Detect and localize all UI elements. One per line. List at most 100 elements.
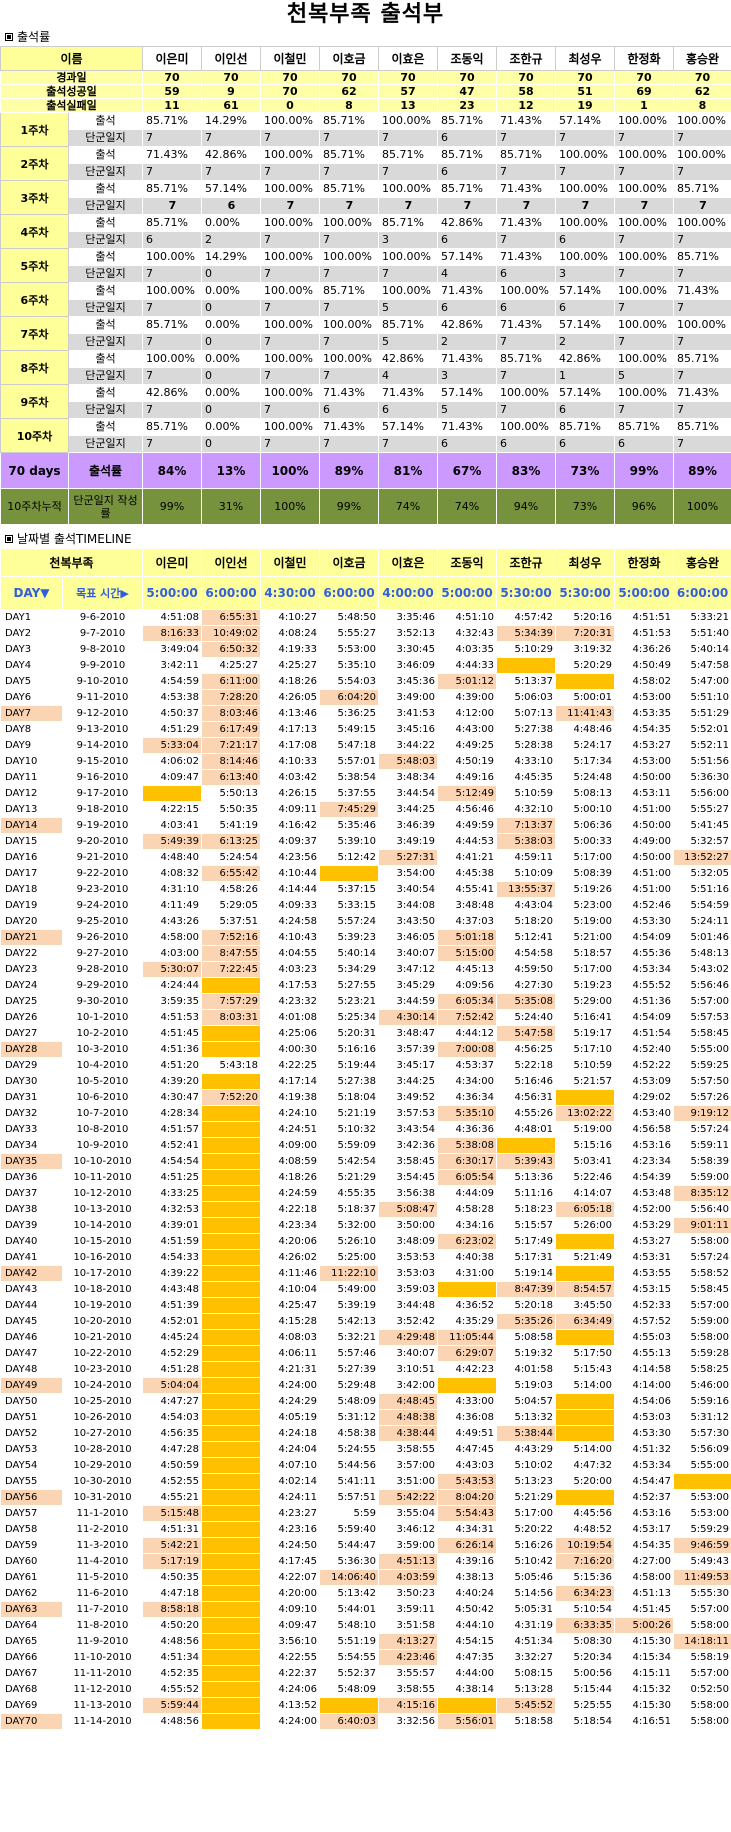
attendance-rate: 57.14%	[201, 180, 261, 198]
checkin-time: 4:22:25	[260, 1057, 321, 1074]
checkin-time: 4:54:06	[614, 1393, 675, 1410]
attendance-rate: 100.00%	[673, 112, 731, 130]
log-count: 6	[555, 299, 615, 317]
checkin-time: 4:53:16	[614, 1137, 675, 1154]
checkin-time: 5:51:29	[673, 705, 731, 722]
log-count: 2	[437, 333, 497, 351]
timeline-row: DAY56 10-31-2010 4:55:21 4:24:11 5:57:51 5:42…	[0, 1489, 731, 1506]
date-label: 9-21-2010	[61, 849, 144, 866]
checkin-time: 5:25:34	[319, 1009, 380, 1026]
checkin-time	[437, 1377, 498, 1394]
checkin-time	[201, 1361, 262, 1378]
checkin-time: 4:54:35	[614, 721, 675, 738]
summary-value: 89%	[673, 452, 731, 489]
checkin-time: 4:24:50	[260, 1537, 321, 1554]
checkin-time: 3:48:48	[437, 897, 498, 914]
log-count: 7	[496, 333, 556, 351]
day-sort-header[interactable]: DAY▼	[0, 576, 63, 610]
checkin-time	[201, 1281, 262, 1298]
stat-value: 70	[201, 70, 261, 85]
attendance-rate: 71.43%	[496, 112, 556, 130]
log-count: 6	[437, 299, 497, 317]
cumulative-value: 73%	[555, 488, 615, 525]
checkin-time: 6:23:02	[437, 1233, 498, 1250]
checkin-time: 5:19:00	[555, 1121, 616, 1138]
checkin-time: 5:23:00	[555, 897, 616, 914]
checkin-time: 4:30:47	[142, 1089, 203, 1106]
attendance-rate: 85.71%	[555, 418, 615, 436]
checkin-time: 5:49:15	[319, 721, 380, 738]
log-count: 7	[142, 401, 202, 419]
stat-value: 70	[673, 70, 731, 85]
member-name: 조동익	[437, 46, 497, 71]
checkin-time: 5:57:00	[673, 1665, 731, 1682]
checkin-time: 7:20:31	[555, 625, 616, 642]
attendance-rate: 100.00%	[260, 350, 320, 368]
timeline-row: DAY46 10-21-2010 4:45:24 4:08:03 5:32:21 4:29…	[0, 1329, 731, 1346]
date-label: 11-8-2010	[61, 1617, 144, 1634]
member-name: 이철민	[260, 548, 321, 577]
date-label: 9-25-2010	[61, 913, 144, 930]
timeline-row: DAY43 10-18-2010 4:43:48 4:10:04 5:49:00 3:59…	[0, 1281, 731, 1298]
log-count: 7	[496, 163, 556, 181]
timeline-row: DAY31 10-6-2010 4:30:47 7:52:20 4:19:38 5:18:…	[0, 1089, 731, 1106]
checkin-time: 4:32:43	[437, 625, 498, 642]
attendance-rate: 100.00%	[319, 248, 379, 266]
cumulative-row: 10주차누적 단군일지 작성률 99% 31% 100% 99% 74% 74% 94% 73% 9…	[0, 488, 731, 525]
timeline-row: DAY23 9-28-2010 5:30:07 7:22:45 4:03:23 5:34:…	[0, 961, 731, 978]
timeline-row: DAY16 9-21-2010 4:48:40 5:24:54 4:23:56 5:12:…	[0, 849, 731, 866]
checkin-time: 5:10:09	[496, 865, 557, 882]
stat-value: 70	[555, 70, 615, 85]
day-label: DAY11	[0, 769, 63, 786]
target-time-header[interactable]: 목표 시간▶	[61, 576, 144, 610]
attendance-sublabel: 출석	[68, 146, 143, 164]
timeline-row: DAY27 10-2-2010 4:51:45 4:25:06 5:20:31 3:48:…	[0, 1025, 731, 1042]
checkin-time	[201, 1697, 262, 1714]
checkin-time: 3:40:07	[378, 1345, 439, 1362]
checkin-time: 4:10:27	[260, 609, 321, 626]
checkin-time: 3:47:12	[378, 961, 439, 978]
checkin-time: 4:43:48	[142, 1281, 203, 1298]
checkin-time: 13:52:27	[673, 849, 731, 866]
cumulative-label-log: 단군일지 작성률	[68, 488, 143, 525]
checkin-time: 5:22:46	[555, 1169, 616, 1186]
timeline-row: DAY1 9-6-2010 4:51:08 6:55:31 4:10:27 5:48:50…	[0, 609, 731, 626]
checkin-time: 4:56:46	[437, 801, 498, 818]
date-label: 9-18-2010	[61, 801, 144, 818]
checkin-time: 5:58:45	[673, 1025, 731, 1042]
attendance-rate: 100.00%	[319, 316, 379, 334]
checkin-time: 4:50:00	[614, 849, 675, 866]
checkin-time: 5:19:00	[555, 913, 616, 930]
checkin-time: 4:13:52	[260, 1697, 321, 1714]
log-count: 7	[614, 163, 674, 181]
checkin-time: 3:30:45	[378, 641, 439, 658]
checkin-time	[201, 1521, 262, 1538]
checkin-time	[673, 1473, 731, 1490]
log-count: 7	[260, 197, 320, 215]
stat-value: 13	[378, 98, 438, 113]
date-label: 9-29-2010	[61, 977, 144, 994]
date-label: 9-13-2010	[61, 721, 144, 738]
checkin-time: 5:37:51	[201, 913, 262, 930]
checkin-time: 4:08:32	[142, 865, 203, 882]
checkin-time: 4:49:00	[614, 833, 675, 850]
log-count: 5	[378, 333, 438, 351]
date-label: 10-30-2010	[61, 1473, 144, 1490]
target-time: 5:00:00	[437, 576, 498, 610]
log-sublabel: 단군일지	[68, 401, 143, 419]
checkin-time: 4:17:45	[260, 1553, 321, 1570]
timeline-row: DAY68 11-12-2010 4:55:52 4:24:06 5:48:09 3:58…	[0, 1681, 731, 1698]
attendance-sublabel: 출석	[68, 282, 143, 300]
checkin-time: 3:49:19	[378, 833, 439, 850]
checkin-time: 5:58:00	[673, 1713, 731, 1730]
checkin-time: 4:54:59	[142, 673, 203, 690]
day-label: DAY17	[0, 865, 63, 882]
timeline-row: DAY47 10-22-2010 4:52:29 4:06:11 5:57:46 3:40…	[0, 1345, 731, 1362]
checkin-time: 4:17:53	[260, 977, 321, 994]
cumulative-value: 100%	[260, 488, 320, 525]
member-name: 한정화	[614, 548, 675, 577]
member-name: 이호금	[319, 548, 380, 577]
day-label: DAY66	[0, 1649, 63, 1666]
checkin-time: 5:15:44	[555, 1681, 616, 1698]
day-label: DAY39	[0, 1217, 63, 1234]
